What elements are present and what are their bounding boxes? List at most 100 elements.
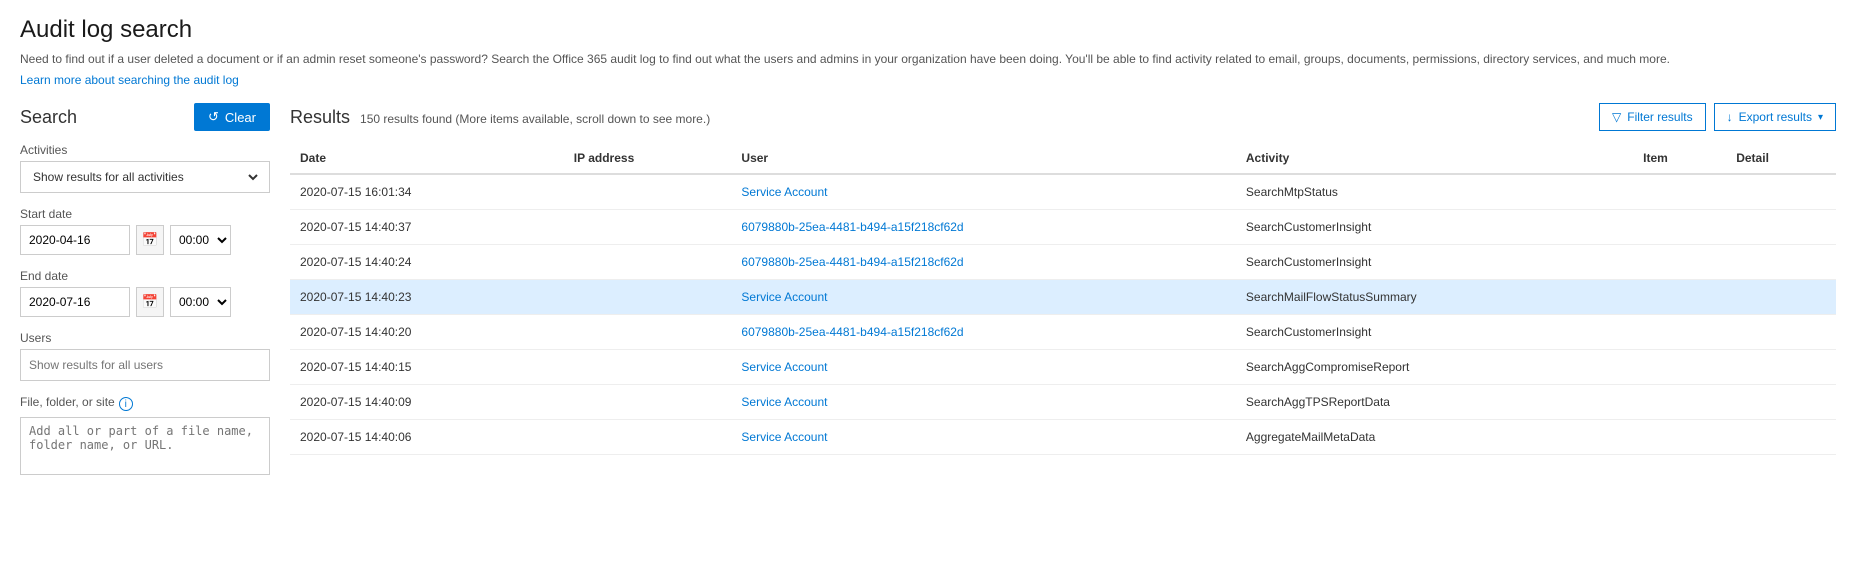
start-date-calendar-button[interactable]: 📅: [136, 225, 164, 255]
cell-item: [1633, 350, 1726, 385]
refresh-icon: ↺: [208, 109, 219, 125]
page-description: Need to find out if a user deleted a doc…: [20, 50, 1836, 68]
cell-detail: [1726, 280, 1836, 315]
cell-detail: [1726, 210, 1836, 245]
cell-user[interactable]: Service Account: [731, 280, 1235, 315]
cell-activity: SearchCustomerInsight: [1236, 245, 1633, 280]
cell-detail: [1726, 385, 1836, 420]
results-scroll-area[interactable]: Date IP address User Activity Item Detai…: [290, 143, 1836, 455]
activities-label: Activities: [20, 143, 270, 157]
cell-detail: [1726, 420, 1836, 455]
cell-activity: SearchAggCompromiseReport: [1236, 350, 1633, 385]
cell-detail: [1726, 315, 1836, 350]
export-icon: ↓: [1727, 110, 1733, 124]
cell-detail: [1726, 245, 1836, 280]
export-results-button[interactable]: ↓ Export results ▾: [1714, 103, 1836, 131]
cell-activity: AggregateMailMetaData: [1236, 420, 1633, 455]
start-date-input[interactable]: [20, 225, 130, 255]
activities-dropdown[interactable]: Show results for all activities: [20, 161, 270, 193]
user-link[interactable]: Service Account: [741, 290, 827, 304]
cell-ip: [564, 315, 732, 350]
info-icon[interactable]: i: [119, 397, 133, 411]
cell-item: [1633, 280, 1726, 315]
table-header-row: Date IP address User Activity Item Detai…: [290, 143, 1836, 174]
results-header: Results 150 results found (More items av…: [290, 103, 1836, 131]
cell-item: [1633, 385, 1726, 420]
results-title: Results: [290, 107, 350, 128]
cell-user[interactable]: Service Account: [731, 385, 1235, 420]
col-detail: Detail: [1726, 143, 1836, 174]
table-row[interactable]: 2020-07-15 14:40:246079880b-25ea-4481-b4…: [290, 245, 1836, 280]
cell-date: 2020-07-15 14:40:15: [290, 350, 564, 385]
search-header: Search ↺ Clear: [20, 103, 270, 131]
chevron-down-icon: ▾: [1818, 112, 1823, 123]
file-label-row: File, folder, or site i: [20, 395, 270, 413]
user-link[interactable]: Service Account: [741, 430, 827, 444]
cell-ip: [564, 245, 732, 280]
cell-item: [1633, 315, 1726, 350]
calendar-icon: 📅: [142, 294, 159, 310]
start-time-select[interactable]: 00:00: [170, 225, 231, 255]
cell-detail: [1726, 174, 1836, 210]
start-date-label: Start date: [20, 207, 270, 221]
results-table: Date IP address User Activity Item Detai…: [290, 143, 1836, 455]
user-link[interactable]: 6079880b-25ea-4481-b494-a15f218cf62d: [741, 255, 963, 269]
cell-activity: SearchMtpStatus: [1236, 174, 1633, 210]
cell-date: 2020-07-15 14:40:09: [290, 385, 564, 420]
cell-user[interactable]: 6079880b-25ea-4481-b494-a15f218cf62d: [731, 210, 1235, 245]
clear-label: Clear: [225, 110, 256, 125]
users-input[interactable]: [20, 349, 270, 381]
cell-date: 2020-07-15 14:40:20: [290, 315, 564, 350]
filter-icon: ▽: [1612, 110, 1621, 124]
cell-detail: [1726, 350, 1836, 385]
cell-activity: SearchAggTPSReportData: [1236, 385, 1633, 420]
table-row[interactable]: 2020-07-15 14:40:20 6079880b-25ea-4481-b4…: [290, 315, 1836, 350]
end-date-input[interactable]: [20, 287, 130, 317]
filter-results-button[interactable]: ▽ Filter results: [1599, 103, 1706, 131]
table-row[interactable]: 2020-07-15 14:40:06Service AccountAggreg…: [290, 420, 1836, 455]
table-row[interactable]: 2020-07-15 14:40:09 Service Account Search…: [290, 385, 1836, 420]
table-row[interactable]: 2020-07-15 14:40:15 Service Account Search…: [290, 350, 1836, 385]
cell-date: 2020-07-15 14:40:37: [290, 210, 564, 245]
clear-button[interactable]: ↺ Clear: [194, 103, 270, 131]
results-body: 2020-07-15 16:01:34Service AccountSearch…: [290, 174, 1836, 455]
table-row[interactable]: 2020-07-15 16:01:34Service AccountSearch…: [290, 174, 1836, 210]
table-header: Date IP address User Activity Item Detai…: [290, 143, 1836, 174]
cell-ip: [564, 350, 732, 385]
file-input[interactable]: [20, 417, 270, 475]
calendar-icon: 📅: [142, 232, 159, 248]
cell-user[interactable]: 6079880b-25ea-4481-b494-a15f218cf62d: [731, 315, 1235, 350]
end-date-calendar-button[interactable]: 📅: [136, 287, 164, 317]
cell-ip: [564, 420, 732, 455]
cell-ip: [564, 385, 732, 420]
users-field-group: Users: [20, 331, 270, 381]
cell-user[interactable]: Service Account: [731, 174, 1235, 210]
col-item: Item: [1633, 143, 1726, 174]
filter-label: Filter results: [1627, 110, 1692, 124]
cell-user[interactable]: Service Account: [731, 350, 1235, 385]
cell-item: [1633, 420, 1726, 455]
end-time-select[interactable]: 00:00: [170, 287, 231, 317]
user-link[interactable]: 6079880b-25ea-4481-b494-a15f218cf62d: [741, 325, 963, 339]
cell-user[interactable]: 6079880b-25ea-4481-b494-a15f218cf62d: [731, 245, 1235, 280]
activities-field-group: Activities Show results for all activiti…: [20, 143, 270, 193]
learn-more-link[interactable]: Learn more about searching the audit log: [20, 73, 239, 87]
table-row[interactable]: 2020-07-15 14:40:37 6079880b-25ea-4481-b4…: [290, 210, 1836, 245]
activities-select[interactable]: Show results for all activities: [29, 169, 261, 185]
col-activity: Activity: [1236, 143, 1633, 174]
user-link[interactable]: 6079880b-25ea-4481-b494-a15f218cf62d: [741, 220, 963, 234]
end-date-field-group: End date 📅 00:00: [20, 269, 270, 317]
user-link[interactable]: Service Account: [741, 360, 827, 374]
file-label: File, folder, or site: [20, 395, 115, 409]
user-link[interactable]: Service Account: [741, 395, 827, 409]
search-title: Search: [20, 107, 77, 128]
table-row[interactable]: 2020-07-15 14:40:23Service AccountSearch…: [290, 280, 1836, 315]
results-actions: ▽ Filter results ↓ Export results ▾: [1599, 103, 1836, 131]
results-count: 150 results found (More items available,…: [360, 112, 710, 126]
col-user: User: [731, 143, 1235, 174]
results-panel: Results 150 results found (More items av…: [290, 103, 1836, 492]
cell-user[interactable]: Service Account: [731, 420, 1235, 455]
col-date: Date: [290, 143, 564, 174]
cell-item: [1633, 210, 1726, 245]
user-link[interactable]: Service Account: [741, 185, 827, 199]
